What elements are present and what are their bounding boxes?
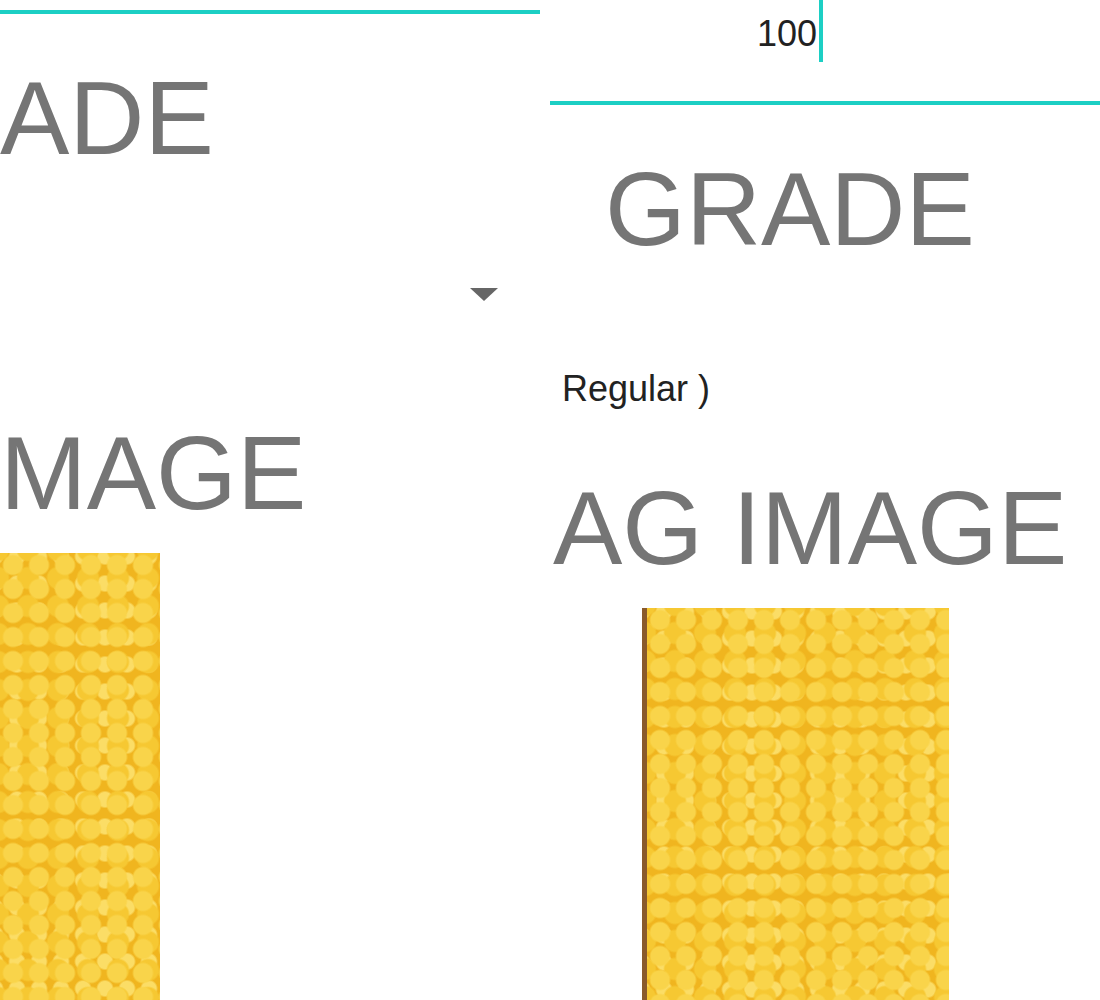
section-heading: AG IMAGE (550, 473, 1100, 583)
field-underline (0, 10, 540, 14)
photo-wrap (0, 553, 540, 1000)
bag-photo[interactable] (0, 553, 160, 1000)
section-heading: GRADE (550, 154, 1100, 264)
dropdown-arrow-icon[interactable] (470, 288, 498, 301)
quantity-field[interactable]: 100 (550, 0, 1100, 101)
form-panel: ADE MAGE (0, 0, 540, 1000)
grade-dropdown[interactable] (0, 260, 540, 320)
form-panel: 100 GRADE Regular ) AG IMAGE (550, 0, 1100, 1000)
text-cursor (819, 0, 823, 62)
photo-wrap (550, 608, 1100, 1000)
section-heading: ADE (0, 63, 540, 173)
bag-photo[interactable] (642, 608, 949, 1000)
section-heading: MAGE (0, 418, 540, 528)
screen: ADE MAGE 100 GRADE Regular ) AG IMAGE (0, 0, 1100, 1000)
field-value[interactable]: 100 (757, 0, 817, 54)
grade-value[interactable]: Regular ) (550, 368, 1100, 409)
field-underline (550, 101, 1100, 105)
